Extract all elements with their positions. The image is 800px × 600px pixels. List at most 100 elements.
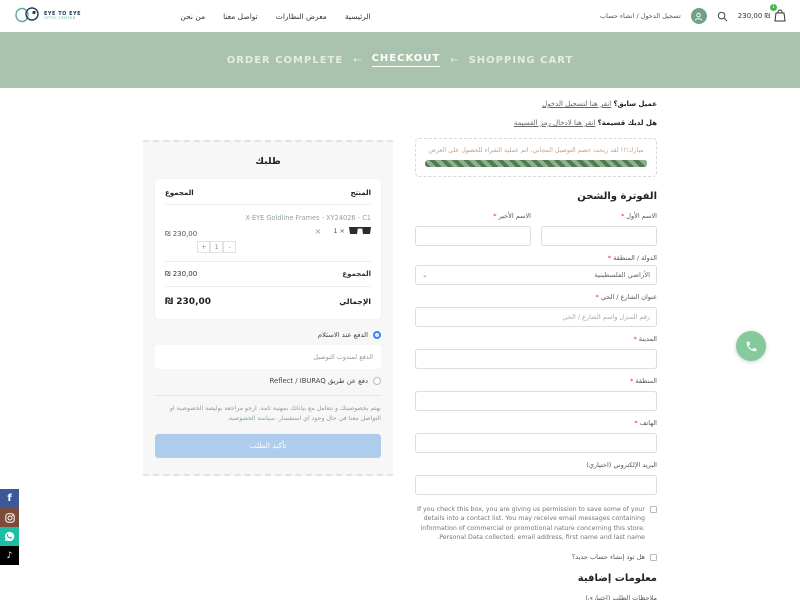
order-title: طلبك: [155, 156, 381, 167]
nav-item-home[interactable]: الرئيسية: [345, 12, 371, 21]
last-name-field-group: الاسم الأخير *: [415, 212, 531, 246]
arrow-icon: ←: [353, 55, 361, 66]
cod-payment-option[interactable]: الدفع عند الاستلام: [155, 331, 381, 339]
returning-customer-notice: عميل سابق؟ انقر هنا لتسجيل الدخول: [415, 100, 657, 108]
cod-radio-selected[interactable]: [373, 331, 381, 339]
order-notes-label: ملاحظات الطلب (اختياري): [415, 594, 657, 600]
privacy-note: نهتم بخصوصيتك و نتعامل مع بياناتك بمهنية…: [155, 404, 381, 424]
order-summary-card: طلبك المنتج المجموع X-EYE Goldline Frame…: [143, 140, 393, 476]
place-order-button[interactable]: تأكيد الطلب: [155, 434, 381, 458]
quantity-stepper: + 1 -: [197, 241, 371, 253]
nav-item-gallery[interactable]: معرض النظارات: [276, 12, 327, 21]
phone-icon: [745, 340, 758, 353]
required-mark: *: [633, 335, 636, 343]
cart-count-badge: 1: [770, 4, 777, 11]
first-name-field-group: الاسم الأول *: [541, 212, 657, 246]
country-field-group: الدولة / المنطقة * الأراضي الفلسطينية ⌄: [415, 254, 657, 285]
product-media: × 1 ×: [197, 226, 371, 236]
privacy-policy-link[interactable]: سياسة الخصوصية.: [227, 415, 275, 422]
gateway-radio[interactable]: [373, 377, 381, 385]
remove-item-icon[interactable]: ×: [315, 227, 322, 236]
email-field-group: البريد الإلكتروني (اختياري): [415, 461, 657, 495]
first-name-label: الاسم الأول *: [541, 212, 657, 220]
cod-label: الدفع عند الاستلام: [318, 331, 368, 339]
free-shipping-progress-bar: [425, 160, 647, 167]
instagram-icon[interactable]: [0, 508, 19, 527]
login-register-link[interactable]: تسجيل الدخول / انشاء حساب: [600, 12, 681, 20]
required-mark: *: [608, 254, 611, 262]
street-address-input[interactable]: [415, 307, 657, 327]
phone-input[interactable]: [415, 433, 657, 453]
step-checkout-active: CHECKOUT: [372, 53, 441, 67]
country-select[interactable]: الأراضي الفلسطينية ⌄: [415, 265, 657, 285]
coupon-toggle-link[interactable]: انقر هنا لادخال رمز القسيمة: [514, 119, 596, 127]
login-toggle-link[interactable]: انقر هنا لتسجيل الدخول: [542, 100, 611, 108]
district-field-group: المنطقة *: [415, 377, 657, 411]
brand-logo[interactable]: EYE TO EYE OPTIC CENTER: [14, 7, 81, 25]
order-table-header: المنتج المجموع: [165, 189, 371, 205]
email-input[interactable]: [415, 475, 657, 495]
marketing-consent-checkbox[interactable]: [650, 506, 657, 513]
total-value: 230,00 ₪: [165, 297, 211, 307]
step-order-complete: ORDER COMPLETE: [227, 55, 344, 66]
nav-item-contact[interactable]: تواصل معنا: [223, 12, 258, 21]
required-mark: *: [630, 377, 633, 385]
city-field-group: المدينة *: [415, 335, 657, 369]
tiktok-icon[interactable]: ♪: [0, 546, 19, 565]
create-account-row: هل تود إنشاء حساب جديد؟: [415, 553, 657, 561]
marketing-consent-text: If you check this box, you are giving us…: [415, 505, 645, 543]
phone-field-group: الهاتف *: [415, 419, 657, 453]
cart-button[interactable]: 230,00 ₪ 1: [738, 7, 786, 26]
whatsapp-icon[interactable]: [0, 527, 19, 546]
user-icon: [694, 12, 703, 21]
nav-item-about[interactable]: من نحن: [180, 12, 205, 21]
district-label: المنطقة *: [415, 377, 657, 385]
main-nav: الرئيسية معرض النظارات تواصل معنا من نحن: [180, 12, 370, 21]
product-column-header: المنتج: [351, 189, 371, 197]
brand-tagline: OPTIC CENTER: [44, 17, 81, 21]
total-label: الإجمالي: [339, 297, 371, 307]
country-label: الدولة / المنطقة *: [415, 254, 657, 262]
create-account-checkbox[interactable]: [650, 554, 657, 561]
quantity-value[interactable]: 1: [210, 241, 223, 253]
arrow-icon: ←: [450, 55, 458, 66]
quantity-increase-button[interactable]: +: [197, 241, 210, 253]
subtotal-label: المجموع: [342, 270, 371, 278]
billing-column: عميل سابق؟ انقر هنا لتسجيل الدخول هل لدي…: [415, 100, 657, 600]
country-selected-value: الأراضي الفلسطينية: [594, 271, 650, 279]
order-summary-column: طلبك المنتج المجموع X-EYE Goldline Frame…: [143, 100, 393, 600]
call-us-floating-button[interactable]: [736, 331, 766, 361]
gateway-payment-option[interactable]: دفع عن طريق Reflect / IBURAQ: [155, 377, 381, 385]
first-name-input[interactable]: [541, 226, 657, 246]
marketing-consent-row: If you check this box, you are giving us…: [415, 505, 657, 543]
chevron-down-icon: ⌄: [422, 271, 428, 279]
account-avatar[interactable]: [691, 8, 707, 24]
last-name-input[interactable]: [415, 226, 531, 246]
street-label: عنوان الشارع / الحي *: [415, 293, 657, 301]
facebook-icon[interactable]: f: [0, 489, 19, 508]
required-mark: *: [634, 419, 637, 427]
phone-label: الهاتف *: [415, 419, 657, 427]
city-input[interactable]: [415, 349, 657, 369]
order-table: المنتج المجموع X-EYE Goldline Frames - X…: [155, 179, 381, 319]
create-account-label: هل تود إنشاء حساب جديد؟: [572, 553, 645, 561]
social-media-rail: f ♪: [0, 489, 19, 565]
glasses-logo-icon: [14, 7, 40, 25]
last-name-label: الاسم الأخير *: [415, 212, 531, 220]
total-column-header: المجموع: [165, 189, 194, 197]
search-icon[interactable]: [717, 11, 728, 22]
returning-customer-label: عميل سابق؟: [613, 100, 657, 108]
product-name-link[interactable]: X-EYE Goldline Frames - XY24026 - C1: [197, 214, 371, 222]
cart-total: 230,00 ₪: [738, 12, 770, 20]
quantity-decrease-button[interactable]: -: [223, 241, 236, 253]
order-item-row: X-EYE Goldline Frames - XY24026 - C1 × 1…: [165, 205, 371, 262]
total-row: الإجمالي 230,00 ₪: [165, 287, 371, 311]
billing-section-title: الفوترة والشحن: [415, 191, 657, 202]
city-label: المدينة *: [415, 335, 657, 343]
step-shopping-cart[interactable]: SHOPPING CART: [469, 55, 574, 66]
coupon-label: هل لديك قسيمة؟: [598, 119, 657, 127]
payment-divider: [155, 395, 381, 396]
payment-methods: الدفع عند الاستلام الدفع لمندوب التوصيل …: [155, 331, 381, 458]
district-input[interactable]: [415, 391, 657, 411]
checkout-content: عميل سابق؟ انقر هنا لتسجيل الدخول هل لدي…: [143, 100, 657, 600]
